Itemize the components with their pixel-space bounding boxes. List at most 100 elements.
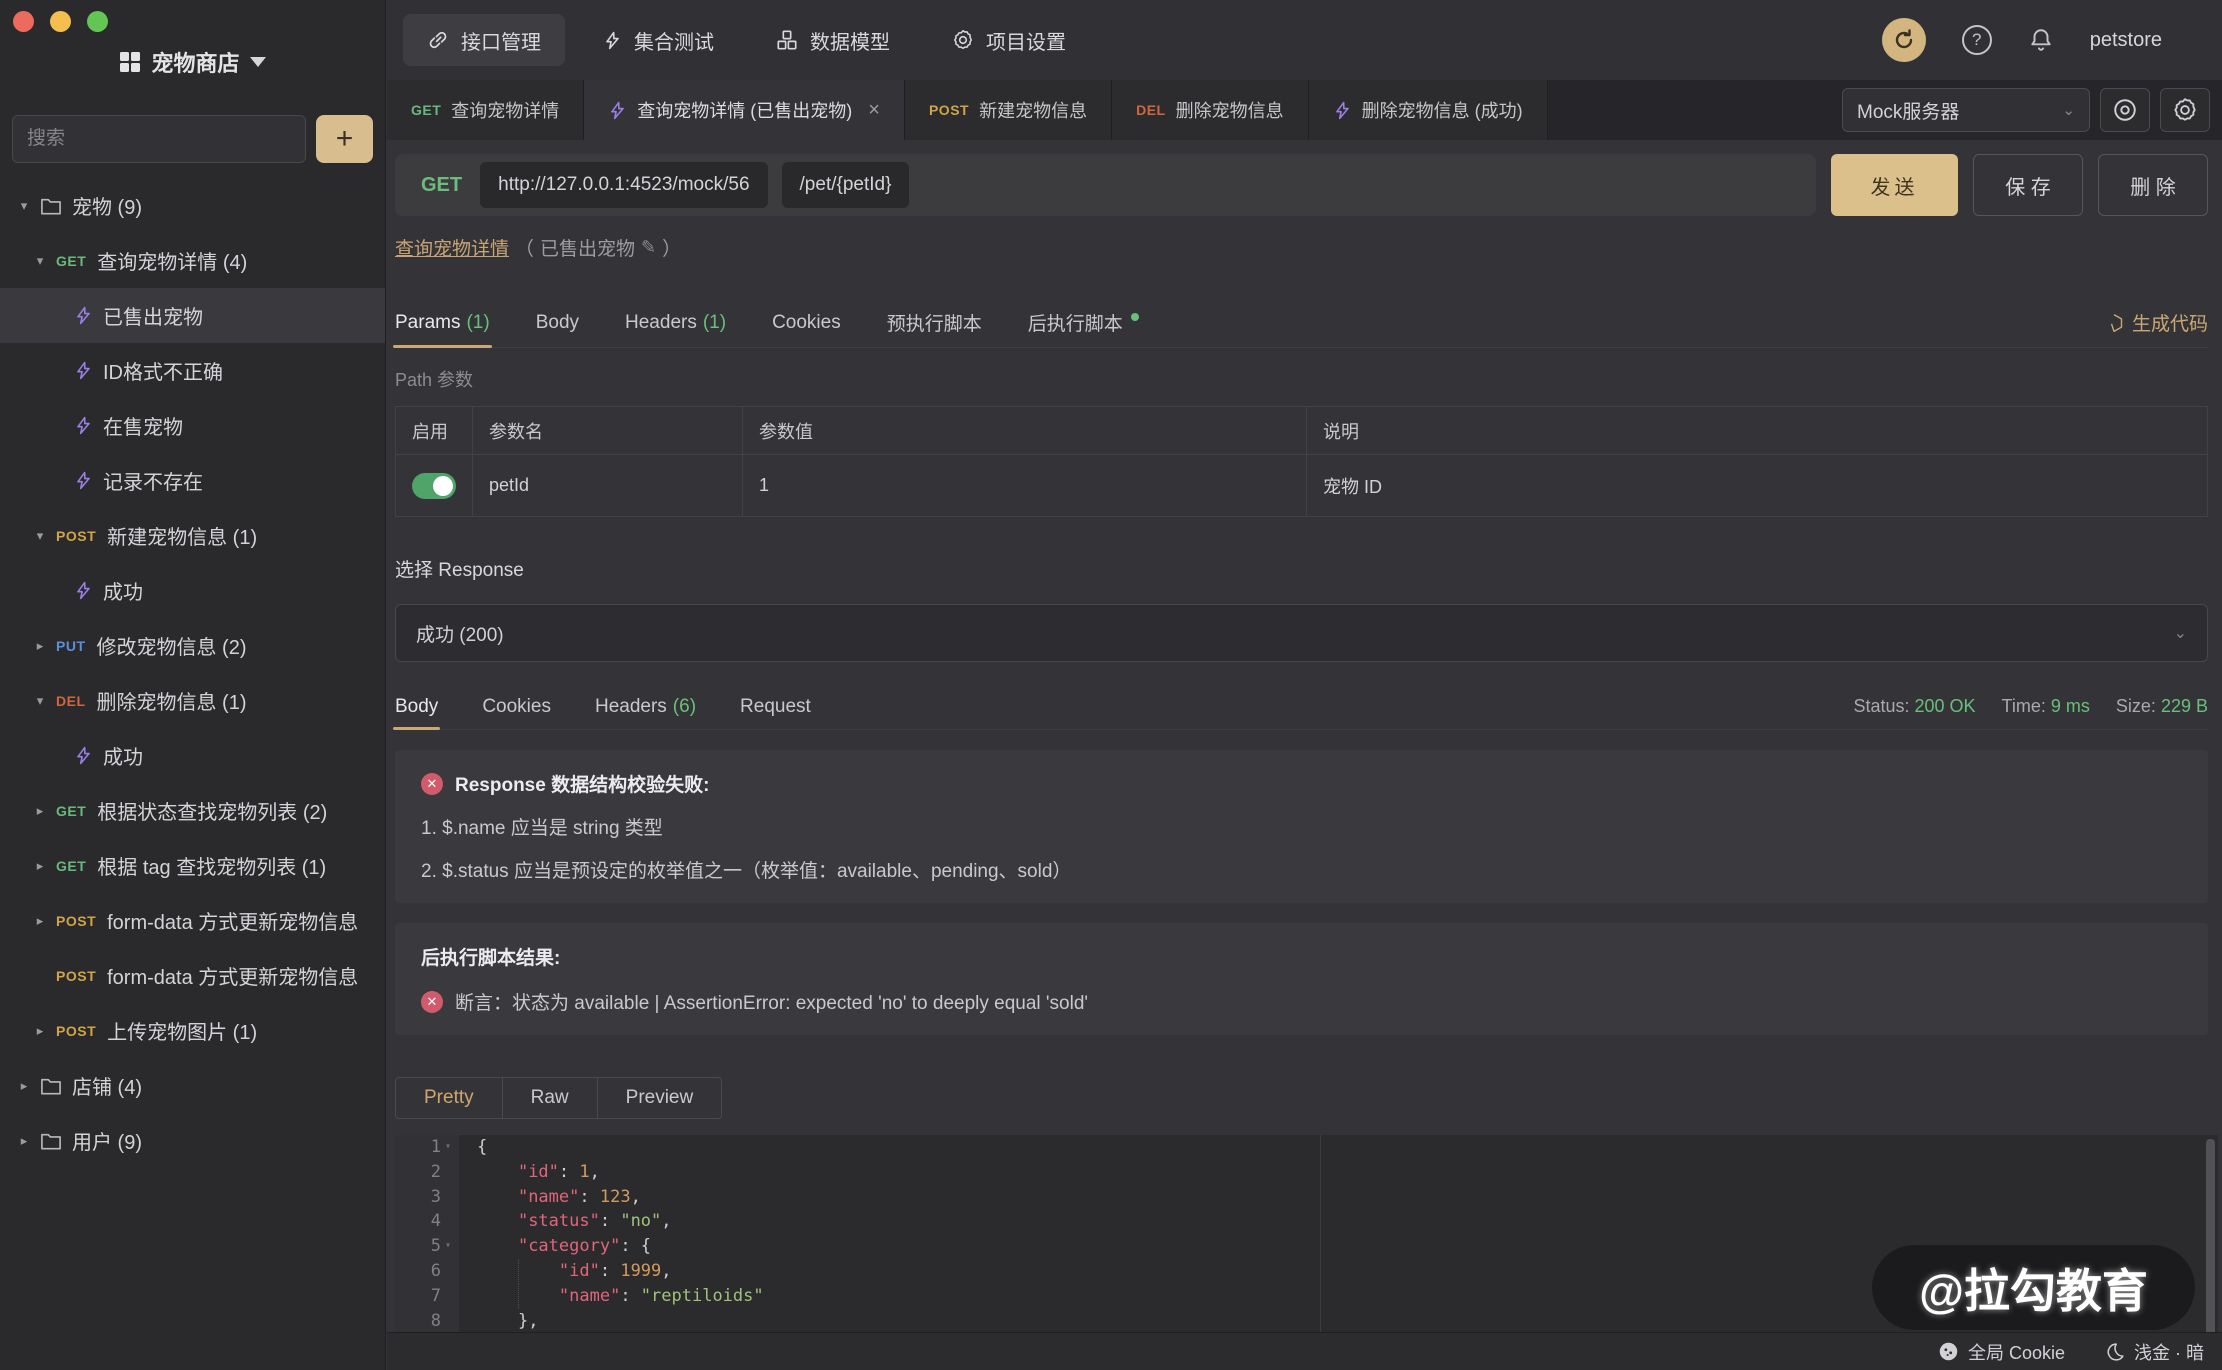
fold-caret-icon[interactable]: ▾ bbox=[445, 1234, 451, 1259]
close-window-button[interactable] bbox=[13, 11, 34, 32]
generate-code-label: 生成代码 bbox=[2132, 309, 2208, 336]
params-table: 启用参数名参数值说明 petId1宠物 ID bbox=[395, 406, 2208, 517]
tree-item[interactable]: ▾DEL删除宠物信息 (1) bbox=[0, 673, 385, 728]
tree-item[interactable]: 记录不存在 bbox=[0, 453, 385, 508]
document-tab[interactable]: 删除宠物信息 (成功) bbox=[1309, 80, 1548, 140]
caret-open-icon[interactable]: ▾ bbox=[32, 528, 48, 544]
caret-closed-icon[interactable]: ▸ bbox=[32, 858, 48, 874]
caret-open-icon[interactable]: ▾ bbox=[16, 198, 32, 214]
tree-item[interactable]: ▸用户 (9) bbox=[0, 1113, 385, 1168]
settings-button[interactable] bbox=[2160, 88, 2210, 132]
fold-caret-icon[interactable]: ▾ bbox=[445, 1135, 451, 1160]
tree-item-label: 删除宠物信息 (1) bbox=[97, 686, 247, 715]
tree-item[interactable]: ▸店铺 (4) bbox=[0, 1058, 385, 1113]
nav-item-接口管理[interactable]: 接口管理 bbox=[403, 14, 565, 66]
help-button[interactable]: ? bbox=[1962, 25, 1992, 55]
tree-item[interactable]: 成功 bbox=[0, 728, 385, 783]
nav-item-集合测试[interactable]: 集合测试 bbox=[579, 14, 738, 66]
document-tab[interactable]: GET查询宠物详情 bbox=[387, 80, 584, 140]
close-icon[interactable]: × bbox=[868, 99, 880, 122]
notifications-button[interactable] bbox=[2028, 27, 2054, 53]
param-name-cell[interactable]: petId bbox=[473, 455, 743, 517]
tree-item[interactable]: POSTform-data 方式更新宠物信息 bbox=[0, 948, 385, 1003]
tree-item[interactable]: ▸PUT修改宠物信息 (2) bbox=[0, 618, 385, 673]
zoom-window-button[interactable] bbox=[87, 11, 108, 32]
caret-closed-icon[interactable]: ▸ bbox=[16, 1133, 32, 1149]
edit-icon[interactable]: ✎ bbox=[641, 237, 656, 258]
caret-closed-icon[interactable]: ▸ bbox=[32, 913, 48, 929]
mock-server-select[interactable]: Mock服务器 ⌄ bbox=[1842, 88, 2090, 132]
send-button[interactable]: 发送 bbox=[1831, 154, 1958, 216]
caret-closed-icon[interactable]: ▸ bbox=[32, 803, 48, 819]
tree-item[interactable]: ▸POST上传宠物图片 (1) bbox=[0, 1003, 385, 1058]
response-meta: Status: 200 OKTime: 9 msSize: 229 B bbox=[1853, 696, 2208, 717]
breadcrumb-api-link[interactable]: 查询宠物详情 bbox=[395, 234, 509, 261]
document-tab[interactable]: POST新建宠物信息 bbox=[905, 80, 1112, 140]
bolt-icon bbox=[74, 415, 93, 436]
response-tab-Headers[interactable]: Headers(6) bbox=[595, 684, 696, 729]
enabled-toggle[interactable] bbox=[412, 473, 456, 499]
document-tab[interactable]: 查询宠物详情 (已售出宠物)× bbox=[584, 80, 905, 140]
method-label[interactable]: GET bbox=[403, 174, 480, 197]
folder-icon bbox=[40, 196, 62, 216]
view-button-pretty[interactable]: Pretty bbox=[395, 1077, 503, 1119]
param-value-cell[interactable]: 1 bbox=[743, 455, 1307, 517]
nav-item-项目设置[interactable]: 项目设置 bbox=[928, 14, 1090, 66]
global-cookie-button[interactable]: 全局 Cookie bbox=[1938, 1339, 2065, 1365]
tree-item[interactable]: ID格式不正确 bbox=[0, 343, 385, 398]
bell-icon bbox=[2028, 27, 2054, 53]
path-field[interactable]: /pet/{petId} bbox=[782, 162, 910, 208]
project-switcher[interactable]: 宠物商店 bbox=[0, 46, 385, 78]
document-tab[interactable]: DEL删除宠物信息 bbox=[1112, 80, 1309, 140]
save-button[interactable]: 保 存 bbox=[1973, 154, 2083, 216]
request-tab-label: 后执行脚本 bbox=[1028, 309, 1123, 336]
code-token: }, bbox=[518, 1311, 538, 1331]
view-button-raw[interactable]: Raw bbox=[502, 1077, 598, 1119]
preview-button[interactable] bbox=[2100, 88, 2150, 132]
caret-open-icon[interactable]: ▾ bbox=[32, 253, 48, 269]
add-api-button[interactable]: + bbox=[316, 115, 373, 163]
tree-item[interactable]: 成功 bbox=[0, 563, 385, 618]
user-menu[interactable]: petstore bbox=[2090, 29, 2162, 52]
request-tab-Cookies[interactable]: Cookies bbox=[772, 298, 841, 347]
response-tab-Cookies[interactable]: Cookies bbox=[482, 684, 551, 729]
generate-code-button[interactable]: 生成代码 bbox=[2104, 309, 2208, 336]
tree-item[interactable]: ▸GET根据 tag 查找宠物列表 (1) bbox=[0, 838, 385, 893]
tab-label: 新建宠物信息 bbox=[979, 97, 1087, 123]
response-tab-Body[interactable]: Body bbox=[395, 684, 438, 729]
refresh-button[interactable] bbox=[1882, 18, 1926, 62]
response-tab-Request[interactable]: Request bbox=[740, 684, 811, 729]
request-tab-Params[interactable]: Params(1) bbox=[395, 298, 490, 347]
folder-icon bbox=[40, 1131, 62, 1151]
caret-closed-icon[interactable]: ▸ bbox=[32, 1023, 48, 1039]
tree-item[interactable]: 在售宠物 bbox=[0, 398, 385, 453]
theme-switch[interactable]: 浅金 · 暗 bbox=[2105, 1339, 2204, 1365]
delete-button[interactable]: 删 除 bbox=[2098, 154, 2208, 216]
request-tab-预执行脚本[interactable]: 预执行脚本 bbox=[887, 298, 982, 347]
request-tab-后执行脚本[interactable]: 后执行脚本 bbox=[1028, 298, 1139, 347]
project-title: 宠物商店 bbox=[151, 46, 239, 78]
tree-item[interactable]: ▾GET查询宠物详情 (4) bbox=[0, 233, 385, 288]
nav-item-数据模型[interactable]: 数据模型 bbox=[752, 14, 914, 66]
caret-open-icon[interactable]: ▾ bbox=[32, 693, 48, 709]
scrollbar-thumb[interactable] bbox=[2206, 1139, 2215, 1332]
request-tab-Body[interactable]: Body bbox=[536, 298, 579, 347]
tree-item[interactable]: 已售出宠物 bbox=[0, 288, 385, 343]
tree-item[interactable]: ▾POST新建宠物信息 (1) bbox=[0, 508, 385, 563]
code-token: "status" bbox=[518, 1211, 600, 1231]
tree-item[interactable]: ▸POSTform-data 方式更新宠物信息 bbox=[0, 893, 385, 948]
caret-closed-icon[interactable]: ▸ bbox=[16, 1078, 32, 1094]
base-url-field[interactable]: http://127.0.0.1:4523/mock/56 bbox=[480, 162, 767, 208]
request-tab-Headers[interactable]: Headers(1) bbox=[625, 298, 726, 347]
bolt-icon bbox=[608, 100, 627, 121]
search-input[interactable] bbox=[12, 115, 306, 163]
tree-item[interactable]: ▸GET根据状态查找宠物列表 (2) bbox=[0, 783, 385, 838]
method-badge: PUT bbox=[56, 638, 86, 654]
view-button-preview[interactable]: Preview bbox=[597, 1077, 723, 1119]
minimize-window-button[interactable] bbox=[50, 11, 71, 32]
caret-closed-icon[interactable]: ▸ bbox=[32, 638, 48, 654]
response-select[interactable]: 成功 (200) ⌄ bbox=[395, 604, 2208, 662]
tree-item[interactable]: ▾宠物 (9) bbox=[0, 178, 385, 233]
code-token: , bbox=[631, 1187, 641, 1207]
param-desc-cell[interactable]: 宠物 ID bbox=[1307, 455, 2208, 517]
